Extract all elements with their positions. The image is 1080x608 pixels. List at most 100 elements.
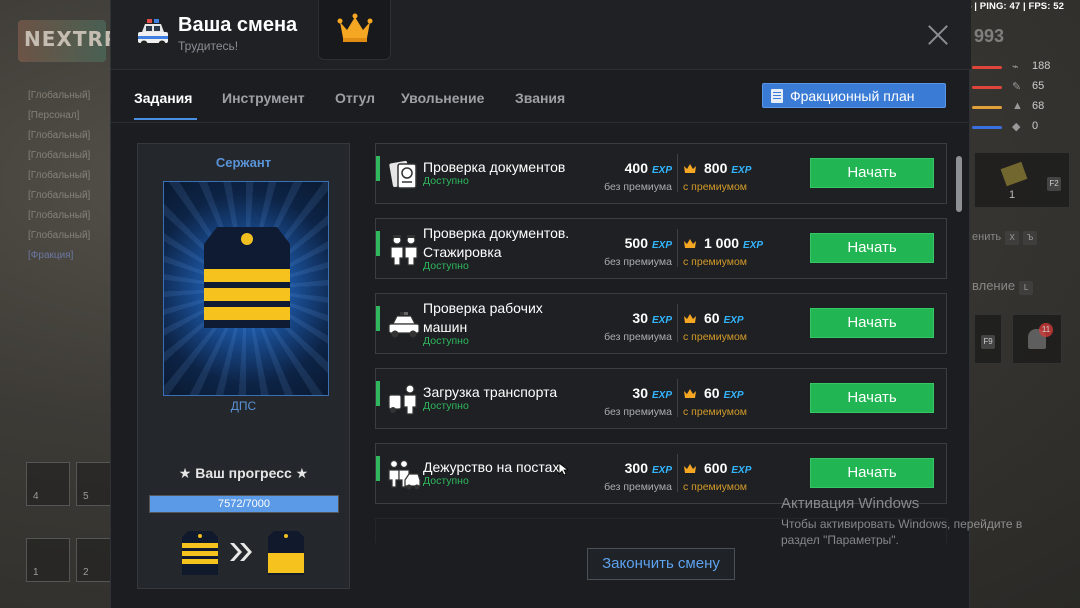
item-count: 1	[1009, 189, 1016, 201]
progress-bar: 7572/7000	[149, 495, 339, 513]
crown-icon	[684, 164, 696, 173]
hint-control: вление L	[972, 278, 1034, 295]
rank-card: Сержант ДПС ★ Ваш прогресс ★ 7572/7000	[137, 143, 350, 589]
rank-title: Сержант	[215, 155, 272, 170]
loading-icon	[388, 384, 417, 415]
label-no-premium: без премиума	[604, 181, 672, 193]
chat-log: [Глобальный] [Персонал] [Глобальный] [Глоба…	[28, 90, 91, 261]
close-button[interactable]	[927, 24, 949, 46]
police-car-icon	[135, 16, 171, 52]
task-name: Проверка рабочих машин	[423, 300, 543, 335]
task-status: Доступно	[423, 175, 469, 187]
task-status: Доступно	[423, 400, 469, 412]
rank-upgrade-preview	[180, 529, 310, 575]
task-exp-premium: 1 000 EXP	[683, 235, 763, 251]
passport-icon	[389, 160, 417, 189]
task-status: Доступно	[423, 260, 469, 272]
stat-armor: ◆ 0	[972, 118, 1052, 140]
task-status: Доступно	[423, 475, 469, 487]
crown-icon	[684, 464, 696, 473]
tab-tool[interactable]: Инструмент	[222, 90, 305, 106]
task-name: Проверка документов. Стажировка	[423, 225, 570, 260]
task-exp: 30 EXP	[632, 385, 672, 401]
task-row: Проверка рабочих машин Доступно 30 EXP бе…	[375, 293, 947, 354]
label-no-premium: без премиума	[604, 331, 672, 343]
notifications-button[interactable]: 11	[1012, 314, 1062, 364]
tab-tasks[interactable]: Задания	[134, 90, 192, 106]
end-shift-button[interactable]: Закончить смену	[587, 548, 735, 580]
shoulder-strap-icon	[204, 227, 290, 328]
task-exp: 30 EXP	[632, 310, 672, 326]
label-premium: с премиумом	[683, 481, 748, 493]
start-button[interactable]: Начать	[810, 233, 934, 263]
patrol-post-icon	[388, 459, 421, 490]
notification-badge: 11	[1039, 323, 1053, 337]
task-exp-premium: 60 EXP	[683, 385, 744, 401]
police-car-icon	[388, 312, 420, 338]
quick-item-panel[interactable]: 1 F2	[974, 152, 1070, 208]
label-premium: с премиумом	[683, 331, 748, 343]
mouse-cursor-icon	[558, 462, 568, 476]
task-exp: 500 EXP	[624, 235, 672, 251]
task-row: Загрузка транспорта Доступно 30 EXP без п…	[375, 368, 947, 429]
start-button[interactable]: Начать	[810, 308, 934, 338]
watermark-text: Чтобы активировать Windows, перейдите в …	[781, 517, 1023, 547]
modal-subtitle: Трудитесь!	[178, 39, 239, 53]
crown-icon	[684, 314, 696, 323]
task-row: Проверка документов Доступно 400 EXP без …	[375, 143, 947, 204]
label-premium: с премиумом	[683, 181, 748, 193]
start-button[interactable]: Начать	[810, 383, 934, 413]
label-no-premium: без премиума	[604, 481, 672, 493]
modal-title: Ваша смена	[178, 14, 298, 36]
server-logo: NEXTRP	[18, 20, 119, 62]
watermark-title: Активация Windows	[781, 495, 920, 512]
modal-header: Ваша смена Трудитесь!	[111, 0, 971, 70]
stat-health: ⌁ 188	[972, 58, 1052, 80]
document-icon	[771, 89, 783, 103]
faction-plan-button[interactable]: Фракционный план	[762, 83, 946, 108]
rank-insignia-image	[163, 181, 329, 396]
faction-plan-label: Фракционный план	[790, 88, 915, 104]
task-exp-premium: 600 EXP	[683, 460, 751, 476]
stat-drink: ▲ 68	[972, 98, 1052, 120]
double-chevron-icon	[230, 543, 252, 561]
crown-icon	[684, 239, 696, 248]
label-no-premium: без премиума	[604, 256, 672, 268]
inventory-slot[interactable]: 1	[26, 538, 70, 582]
label-premium: с премиумом	[683, 256, 748, 268]
task-exp: 400 EXP	[624, 160, 672, 176]
crown-icon	[684, 389, 696, 398]
key-f2: F2	[1047, 177, 1061, 191]
task-list[interactable]: Проверка документов Доступно 400 EXP без …	[375, 143, 947, 543]
hint-action: енить X Ъ	[972, 231, 1038, 245]
progress-text: 7572/7000	[218, 498, 270, 510]
next-rank-strap-icon	[268, 531, 304, 575]
active-tab-indicator	[134, 118, 197, 120]
stat-food: ✎ 65	[972, 78, 1052, 100]
start-button[interactable]: Начать	[810, 158, 934, 188]
tab-dismissal[interactable]: Увольнение	[401, 90, 484, 106]
current-rank-strap-icon	[182, 531, 218, 575]
officers-icon	[390, 235, 418, 266]
task-exp-premium: 60 EXP	[683, 310, 744, 326]
key-f9-panel[interactable]: F9	[974, 314, 1002, 364]
crown-icon	[337, 13, 373, 42]
hud-money: 993	[974, 26, 1005, 46]
task-exp: 300 EXP	[624, 460, 672, 476]
tab-time-off[interactable]: Отгул	[335, 90, 375, 106]
label-premium: с премиумом	[683, 406, 748, 418]
rank-unit: ДПС	[230, 399, 257, 413]
windows-activation-watermark: Активация Windows Чтобы активировать Win…	[781, 495, 1051, 548]
item-icon	[1000, 161, 1028, 187]
label-no-premium: без премиума	[604, 406, 672, 418]
task-exp-premium: 800 EXP	[683, 160, 751, 176]
task-row: Проверка документов. Стажировка Доступно…	[375, 218, 947, 279]
start-button[interactable]: Начать	[810, 458, 934, 488]
divider	[111, 122, 971, 123]
inventory-slot[interactable]: 4	[26, 462, 70, 506]
task-list-scrollbar[interactable]	[956, 156, 962, 212]
tab-ranks[interactable]: Звания	[515, 90, 565, 106]
premium-crown-tab[interactable]	[318, 0, 391, 60]
task-status: Доступно	[423, 335, 469, 347]
progress-label: ★ Ваш прогресс ★	[178, 465, 309, 481]
